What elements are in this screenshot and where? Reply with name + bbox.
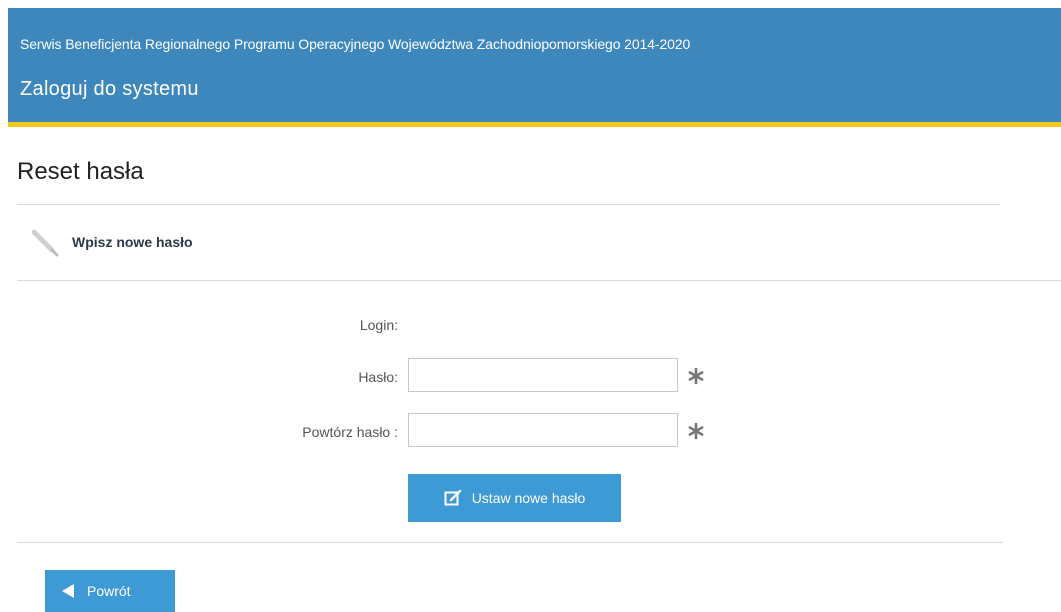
app-header: Serwis Beneficjenta Regionalnego Program… [8, 8, 1061, 122]
page-title: Reset hasła [17, 158, 144, 185]
divider-bottom [17, 542, 1003, 543]
back-label: Powrót [87, 583, 131, 599]
triangle-left-icon [62, 584, 74, 598]
asterisk-icon [688, 367, 704, 385]
pencil-icon [31, 229, 59, 257]
set-new-password-label: Ustaw nowe hasło [471, 490, 586, 506]
login-label: Login: [359, 317, 398, 333]
header-title: Zaloguj do systemu [20, 78, 199, 100]
divider-section [17, 280, 1061, 281]
edit-icon [444, 489, 461, 506]
section-label: Wpisz nowe hasło [72, 234, 193, 250]
password-label: Hasło: [358, 369, 398, 385]
header-subtitle: Serwis Beneficjenta Regionalnego Program… [20, 36, 691, 52]
back-button[interactable]: Powrót [45, 570, 175, 612]
repeat-password-label: Powtórz hasło : [302, 424, 398, 440]
header-accent-stripe [8, 122, 1061, 127]
password-input[interactable] [408, 358, 678, 392]
divider-top [17, 204, 1000, 205]
set-new-password-button[interactable]: Ustaw nowe hasło [408, 474, 621, 522]
repeat-password-input[interactable] [408, 413, 678, 447]
asterisk-icon [688, 422, 704, 440]
section-header: Wpisz nowe hasło [30, 224, 193, 260]
